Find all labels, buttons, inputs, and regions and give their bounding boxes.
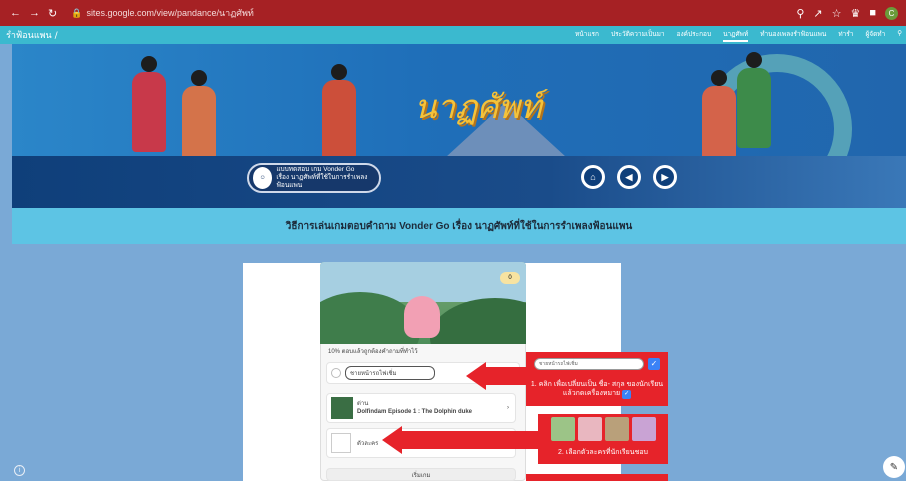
window-icon[interactable]: ■	[869, 7, 876, 20]
check-icon: ✓	[648, 358, 660, 370]
chevron-right-icon: ›	[507, 405, 509, 411]
start-game-button[interactable]: เริ่มเกม	[326, 468, 516, 481]
section-heading: วิธีการเล่นเกมตอบคำถาม Vonder Go เรื่อง …	[12, 208, 906, 244]
rewind-icon: ◀	[620, 168, 638, 186]
share-icon[interactable]: ↗	[813, 7, 822, 20]
character-option	[604, 417, 629, 441]
character-option	[577, 417, 602, 441]
hill	[430, 298, 526, 344]
browser-toolbar: ← → ↻ 🔒 sites.google.com/view/pandance/น…	[0, 0, 906, 26]
name-input[interactable]: ชายหน้ารถไฟเชิ่ม	[345, 366, 435, 380]
dancer-image	[737, 52, 771, 148]
arrow-step1	[484, 367, 528, 385]
progress-text: 10% ตอบแล้วถูกต้องคำถามที่ทำไว้	[328, 349, 418, 355]
banner-title: นาฏศัพท์	[414, 87, 542, 126]
character-option	[631, 417, 656, 441]
vonder-button-line1: แบบทดสอบ เกม Vonder Go	[276, 166, 355, 173]
forward-icon[interactable]: →	[29, 7, 40, 20]
character-option	[550, 417, 575, 441]
browser-actions: ⚲ ↗ ☆ ♛ ■ C	[796, 6, 898, 20]
arrow-step2	[400, 431, 542, 449]
episode-title: Dolfindam Episode 1 : The Dolphin duke	[357, 409, 473, 415]
extension-icon[interactable]: ♛	[850, 7, 860, 20]
menu-item-home[interactable]: หน้าแรก	[575, 28, 599, 42]
instruction-step1: ชายหน้ารถไฟเชิ่ม ✓ 1. คลิก เพื่อเปลี่ยนเ…	[526, 352, 668, 406]
site-menu: หน้าแรก ประวัติความเป็นมา องค์ประกอบ นาฏ…	[575, 28, 902, 42]
star-icon[interactable]: ☆	[832, 7, 842, 20]
home-icon: ⌂	[584, 168, 602, 186]
arrow-step2-head	[382, 426, 402, 454]
menu-item-components[interactable]: องค์ประกอบ	[677, 28, 712, 42]
coin-badge: 0	[500, 272, 520, 284]
dancer-image	[132, 56, 166, 152]
game-hero-image	[320, 262, 526, 344]
episode-row[interactable]: ด่าน Dolfindam Episode 1 : The Dolphin d…	[326, 393, 516, 423]
edit-pencil-icon[interactable]: ✎	[883, 456, 905, 478]
zoom-icon[interactable]: ⚲	[796, 7, 804, 20]
address-bar[interactable]: 🔒 sites.google.com/view/pandance/นาฏศัพท…	[71, 6, 254, 20]
next-button[interactable]: ▶	[653, 165, 677, 189]
search-icon[interactable]: ⚲	[897, 28, 902, 42]
step2-text: 2. เลือกตัวละครที่นักเรียนชอบ	[558, 449, 648, 456]
step1-text: 1. คลิก เพื่อเปลี่ยนเป็น ชื่อ- สกุล ของน…	[530, 380, 664, 399]
menu-item-melody[interactable]: ทำนองเพลงรำฟ้อนแพน	[760, 28, 826, 42]
step1-name-input: ชายหน้ารถไฟเชิ่ม	[534, 358, 644, 370]
episode-label: ด่าน	[357, 401, 369, 407]
menu-item-dance-moves[interactable]: ท่ารำ	[838, 28, 853, 42]
squirrel-character	[404, 296, 440, 338]
episode-text: ด่าน Dolfindam Episode 1 : The Dolphin d…	[357, 400, 472, 416]
step1-text-a: 1. คลิก เพื่อเปลี่ยนเป็น ชื่อ- สกุล ของน…	[530, 381, 664, 388]
step1-text-b: แล้วกดเครื่องหมาย	[562, 390, 621, 397]
vonder-button-text: แบบทดสอบ เกม Vonder Go เรื่อง นาฏศัพท์ที…	[276, 166, 379, 190]
url-text: sites.google.com/view/pandance/นาฏศัพท์	[86, 8, 254, 18]
reload-icon[interactable]: ↻	[48, 7, 57, 20]
back-icon[interactable]: ←	[10, 7, 21, 20]
site-name[interactable]: รำฟ้อนแพน /	[6, 28, 58, 42]
profile-avatar[interactable]: C	[885, 6, 898, 20]
lock-icon: 🔒	[71, 7, 83, 18]
info-icon[interactable]: i	[14, 465, 25, 476]
vonder-go-quiz-button[interactable]: ☺ แบบทดสอบ เกม Vonder Go เรื่อง นาฏศัพท์…	[247, 163, 381, 193]
start-game-label: เริ่มเกม	[411, 472, 431, 479]
step1-input-text: ชายหน้ารถไฟเชิ่ม	[539, 361, 578, 367]
menu-item-history[interactable]: ประวัติความเป็นมา	[611, 28, 665, 42]
menu-item-creator[interactable]: ผู้จัดทำ	[865, 28, 885, 42]
browser-nav: ← → ↻	[10, 7, 57, 20]
check-icon: ✓	[622, 390, 632, 399]
avatar-placeholder	[331, 433, 351, 453]
character-thumbnails	[538, 417, 668, 441]
menu-item-natasap[interactable]: นาฏศัพท์	[723, 28, 749, 42]
dancer-image	[182, 70, 216, 156]
arrow-step1-head	[466, 362, 486, 390]
dancer-image	[322, 64, 356, 156]
cow-icon: ☺	[253, 167, 273, 189]
progress-row: 10% ตอบแล้วถูกต้องคำถามที่ทำไว้	[326, 344, 520, 358]
page-banner: นาฏศัพท์	[12, 44, 906, 156]
dancer-image	[702, 70, 736, 156]
episode-thumbnail	[331, 397, 353, 419]
vonder-button-line2: เรื่อง นาฏศัพท์ที่ใช้ในการรำเพลงฟ้อนแพน	[276, 174, 368, 189]
user-avatar-icon	[331, 368, 341, 378]
previous-button[interactable]: ◀	[617, 165, 641, 189]
site-header: รำฟ้อนแพน / หน้าแรก ประวัติความเป็นมา อง…	[0, 26, 906, 44]
instruction-step3-partial	[526, 474, 668, 481]
instruction-step2: 2. เลือกตัวละครที่นักเรียนชอบ	[538, 414, 668, 464]
home-button[interactable]: ⌂	[581, 165, 605, 189]
nav-strip	[12, 156, 906, 208]
avatar-label: ตัวละคร	[357, 441, 379, 447]
fast-forward-icon: ▶	[656, 168, 674, 186]
